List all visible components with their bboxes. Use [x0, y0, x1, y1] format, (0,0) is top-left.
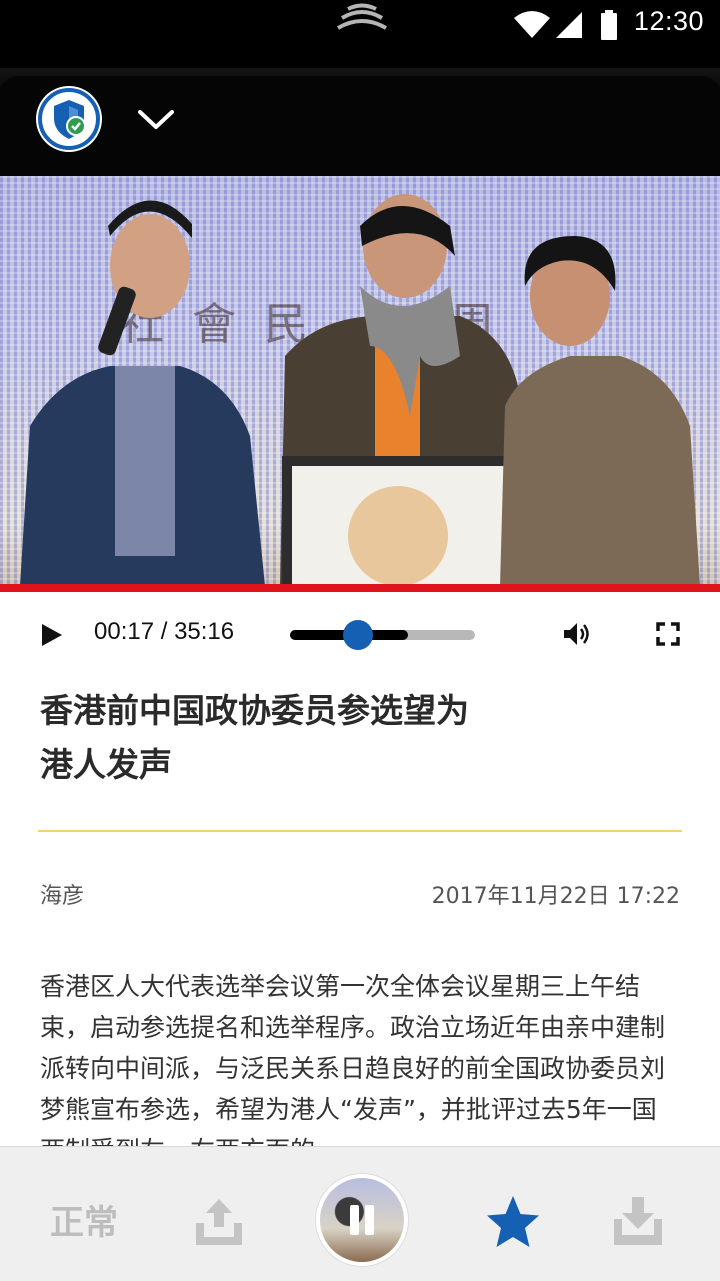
play-icon[interactable] [36, 620, 66, 650]
video-progress-rule [0, 584, 720, 592]
article-author[interactable]: 海彦 [40, 878, 84, 910]
seek-bar-handle[interactable] [343, 620, 374, 650]
media-header [0, 48, 720, 176]
fullscreen-icon[interactable] [654, 620, 682, 648]
volume-icon[interactable] [560, 618, 592, 650]
clock: 12:30 [633, 6, 704, 36]
shield-check-icon[interactable] [36, 86, 102, 152]
article-date: 2017年11月22日 17:22 [431, 884, 680, 909]
signal-icon [556, 12, 582, 38]
wifi-icon [514, 11, 550, 38]
seek-bar[interactable] [290, 620, 475, 650]
audio-player: 00:17 / 35:16 [0, 600, 720, 668]
playback-speed-button[interactable]: 正常 [50, 1195, 118, 1244]
article-body: 香港区人大代表选举会议第一次全体会议星期三上午结束，启动参选提名和选举程序。政治… [40, 972, 666, 1146]
now-playing-waves-icon [336, 3, 388, 30]
headline-divider [38, 830, 682, 832]
article-headline: 香港前中国政协委员参选望为港人发声 [40, 691, 469, 784]
pause-icon [350, 1205, 374, 1235]
photo-people [20, 194, 700, 586]
star-icon[interactable] [484, 1193, 542, 1251]
share-icon[interactable] [192, 1195, 246, 1249]
download-icon[interactable] [610, 1193, 666, 1249]
chevron-down-icon[interactable] [134, 100, 178, 140]
article-photo: 社會民 一周 [0, 176, 720, 586]
playback-time: 00:17 / 35:16 [94, 618, 235, 645]
now-playing-thumbnail [320, 1178, 404, 1262]
player-sheet [0, 76, 720, 176]
battery-icon [601, 10, 617, 40]
now-playing-button[interactable] [316, 1174, 408, 1266]
